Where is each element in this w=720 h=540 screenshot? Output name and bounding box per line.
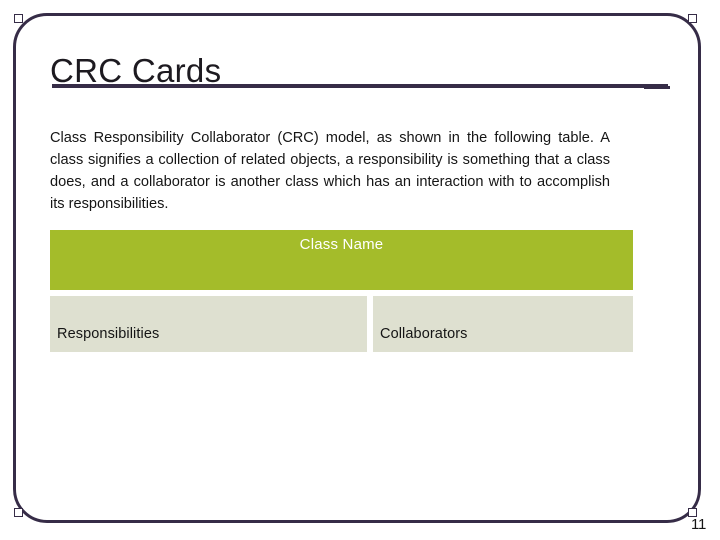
page-number: 11: [691, 516, 707, 533]
crc-table-body-row: Responsibilities Collaborators: [50, 296, 633, 352]
body-paragraph: Class Responsibility Collaborator (CRC) …: [50, 129, 610, 213]
crc-responsibilities-label: Responsibilities: [57, 326, 160, 342]
crc-card-table: Class Name Responsibilities Collaborator…: [50, 230, 633, 352]
crc-class-name-label: Class Name: [299, 236, 384, 253]
crc-cell-responsibilities: Responsibilities: [50, 296, 367, 352]
title-divider-rule-tail: [644, 86, 670, 89]
corner-handle-top-left[interactable]: [14, 14, 23, 23]
crc-collaborators-label: Collaborators: [380, 326, 468, 342]
corner-handle-bottom-left[interactable]: [14, 508, 23, 517]
title-divider-rule: [52, 84, 668, 88]
crc-cell-collaborators: Collaborators: [373, 296, 633, 352]
corner-handle-top-right[interactable]: [688, 14, 697, 23]
slide-canvas: CRC Cards Class Responsibility Collabora…: [0, 0, 720, 540]
crc-table-header-row: Class Name: [50, 230, 633, 290]
